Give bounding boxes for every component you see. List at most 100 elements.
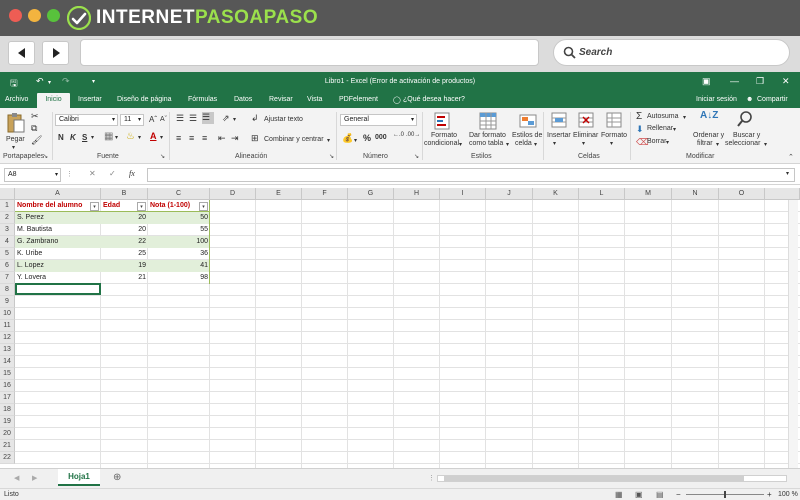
font-name-dropdown[interactable]: Calibri ▾ (55, 114, 118, 126)
clipboard-launcher-icon[interactable]: ↘ (43, 153, 48, 160)
fill-button[interactable]: Rellenar (647, 125, 673, 132)
paste-icon[interactable] (6, 112, 26, 134)
tab-insertar[interactable]: Insertar (78, 96, 102, 103)
conditional-format-dropdown-icon[interactable]: ▾ (459, 141, 462, 148)
autosum-button[interactable]: Autosuma (647, 113, 679, 120)
align-middle-icon[interactable]: ☰ (189, 113, 197, 124)
row-header[interactable]: 21 (0, 440, 15, 452)
tab-pdfelement[interactable]: PDFelement (339, 96, 378, 103)
name-box[interactable]: A8 ▾ (4, 168, 61, 182)
sort-filter-icon[interactable]: A↓Z (700, 110, 718, 121)
table-cell[interactable]: 50 (148, 212, 210, 224)
filter-dropdown-button[interactable]: ▾ (90, 202, 99, 211)
insert-function-button[interactable]: fx (129, 169, 135, 178)
column-header[interactable]: H (394, 188, 440, 200)
insert-cells-button[interactable]: Insertar (547, 132, 571, 139)
column-header[interactable]: G (348, 188, 394, 200)
cell-styles-dropdown-icon[interactable]: ▾ (534, 141, 537, 148)
tab-vista[interactable]: Vista (307, 96, 322, 103)
row-header[interactable]: 8 (0, 284, 15, 296)
column-header[interactable]: A (15, 188, 101, 200)
currency-icon[interactable]: 💰 (342, 133, 353, 144)
table-header-cell[interactable]: Nombre del alumno (15, 200, 101, 212)
filter-dropdown-button[interactable]: ▾ (137, 202, 146, 211)
find-select-label-1[interactable]: Buscar y (733, 132, 760, 139)
share-button[interactable]: Compartir (757, 96, 788, 103)
close-icon[interactable]: ✕ (782, 76, 790, 87)
align-left-icon[interactable]: ≡ (176, 133, 181, 143)
cell-styles-label-1[interactable]: Estilos de (512, 132, 542, 139)
column-header[interactable]: K (533, 188, 579, 200)
table-cell[interactable]: 21 (101, 272, 148, 284)
delete-cells-button[interactable]: Eliminar (573, 132, 598, 139)
back-button[interactable] (8, 41, 35, 65)
table-cell[interactable]: M. Bautista (15, 224, 101, 236)
row-header[interactable]: 6 (0, 260, 15, 272)
tab-diseno-pagina[interactable]: Diseño de página (117, 96, 172, 103)
maximize-window-button[interactable] (47, 9, 60, 22)
insert-dropdown-icon[interactable]: ▾ (553, 140, 556, 147)
wrap-text-button[interactable]: Ajustar texto (264, 116, 303, 123)
table-cell[interactable]: 20 (101, 224, 148, 236)
number-format-dropdown[interactable]: General ▾ (340, 114, 417, 126)
merge-center-button[interactable]: Combinar y centrar (264, 136, 324, 143)
wrap-text-icon[interactable]: ↲ (251, 113, 259, 124)
tab-formulas[interactable]: Fórmulas (188, 96, 217, 103)
table-cell[interactable]: S. Perez (15, 212, 101, 224)
table-cell[interactable]: L. Lopez (15, 260, 101, 272)
sort-filter-label-2[interactable]: filtrar (697, 140, 713, 147)
column-header[interactable]: C (148, 188, 210, 200)
underline-dropdown-icon[interactable]: ▾ (91, 134, 94, 141)
next-sheet-icon[interactable]: ▶ (32, 474, 37, 482)
tell-me-input[interactable]: ¿Qué desea hacer? (403, 96, 465, 103)
percent-button[interactable]: % (363, 133, 371, 143)
decrease-indent-icon[interactable]: ⇤ (218, 133, 226, 144)
font-color-dropdown-icon[interactable]: ▾ (160, 134, 163, 141)
confirm-entry-icon[interactable]: ✓ (109, 169, 116, 178)
active-cell-selection[interactable] (15, 283, 101, 295)
ribbon-display-icon[interactable]: ▣ (702, 76, 711, 87)
horizontal-scroll-thumb[interactable] (444, 476, 744, 481)
select-all-corner[interactable] (0, 188, 15, 200)
fill-color-dropdown-icon[interactable]: ▾ (138, 134, 141, 141)
row-header[interactable]: 17 (0, 392, 15, 404)
currency-dropdown-icon[interactable]: ▾ (354, 137, 357, 144)
row-header[interactable]: 9 (0, 296, 15, 308)
find-select-icon[interactable] (736, 110, 754, 128)
increase-indent-icon[interactable]: ⇥ (231, 133, 239, 144)
align-right-icon[interactable]: ≡ (202, 133, 207, 143)
clear-button[interactable]: Borrar (647, 138, 666, 145)
tab-inicio[interactable]: Inicio (37, 93, 70, 108)
delete-cells-icon[interactable] (577, 111, 595, 129)
increase-decimal-icon[interactable]: ←.0 (393, 132, 404, 138)
row-header[interactable]: 18 (0, 404, 15, 416)
row-header[interactable]: 15 (0, 368, 15, 380)
copy-icon[interactable]: ⧉ (31, 123, 37, 134)
share-icon[interactable]: ☻ (746, 96, 753, 103)
row-header[interactable]: 16 (0, 380, 15, 392)
conditional-format-icon[interactable] (433, 111, 453, 131)
column-header[interactable]: L (579, 188, 625, 200)
cut-icon[interactable]: ✂ (31, 111, 39, 122)
find-select-label-2[interactable]: seleccionar (725, 140, 760, 147)
row-header[interactable]: 14 (0, 356, 15, 368)
zoom-in-icon[interactable]: + (767, 490, 772, 499)
row-header[interactable]: 1 (0, 200, 15, 212)
row-header[interactable]: 4 (0, 236, 15, 248)
table-cell[interactable]: 98 (148, 272, 210, 284)
align-center-icon[interactable]: ≡ (189, 133, 194, 143)
format-painter-icon[interactable]: 🖌 (31, 135, 42, 146)
find-select-dropdown-icon[interactable]: ▾ (764, 141, 767, 148)
autosum-dropdown-icon[interactable]: ▾ (683, 114, 686, 121)
row-header[interactable]: 5 (0, 248, 15, 260)
fill-icon[interactable]: ⬇ (636, 124, 644, 135)
number-launcher-icon[interactable]: ↘ (414, 153, 419, 160)
address-bar[interactable] (80, 39, 539, 66)
sort-filter-label-1[interactable]: Ordenar y (693, 132, 724, 139)
format-as-table-label-2[interactable]: como tabla (469, 140, 503, 147)
search-input[interactable]: Search (553, 39, 790, 66)
grow-font-icon[interactable]: Aˆ (149, 115, 157, 124)
table-cell[interactable]: 22 (101, 236, 148, 248)
orientation-dropdown-icon[interactable]: ▾ (233, 116, 236, 123)
page-break-view-icon[interactable]: ▤ (656, 490, 664, 499)
